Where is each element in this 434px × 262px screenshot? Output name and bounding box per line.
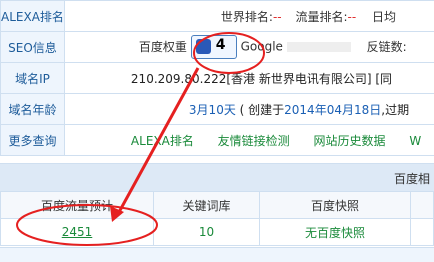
section-title: 百度相 [394, 170, 430, 187]
backlinks-label: 反链数: [367, 40, 407, 54]
baidu-weight-value: 4 [216, 37, 226, 53]
baidu-paw-icon [196, 39, 211, 54]
snapshot-value[interactable]: 无百度快照 [305, 226, 365, 240]
created-date: 2014年04月18日 [284, 103, 381, 117]
alexa-value: 世界排名:-- 流量排名:-- 日均 [64, 1, 434, 32]
world-rank-value: -- [273, 10, 282, 24]
seo-label: SEO信息 [1, 32, 65, 63]
traffic-rank-value: -- [348, 10, 357, 24]
more-label: 更多查询 [1, 125, 65, 156]
ip-value-cell: 210.209.80.222[香港 新世界电讯有限公司] [同 [64, 63, 434, 94]
value-keywords-cell: 10 [154, 219, 260, 246]
seo-row: SEO信息 百度权重 4 Google 反链数: [1, 32, 434, 63]
header-snapshot: 百度快照 [260, 192, 411, 219]
daily-label: 日均 [372, 10, 396, 24]
header-keywords: 关键词库 [154, 192, 260, 219]
traffic-rank-label: 流量排名: [295, 10, 347, 24]
site-info-table: ALEXA排名 世界排名:-- 流量排名:-- 日均 SEO信息 百度权重 4 … [0, 0, 434, 156]
link-history[interactable]: 网站历史数据 [314, 134, 386, 148]
section-header: 百度相 [0, 163, 434, 193]
google-pr-bar [287, 42, 351, 52]
more-row: 更多查询 ALEXA排名 友情链接检测 网站历史数据 W [1, 125, 434, 156]
link-friend-check[interactable]: 友情链接检测 [218, 134, 290, 148]
ip-value: 210.209.80.222[香港 新世界电讯有限公司] [131, 72, 372, 86]
link-alexa[interactable]: ALEXA排名 [131, 134, 194, 148]
baidu-weight-label: 百度权重 [139, 40, 187, 54]
link-w[interactable]: W [409, 134, 421, 148]
stats-header-row: 百度流量预计 关键词库 百度快照 [1, 192, 434, 219]
ip-extra: [同 [375, 72, 392, 86]
keywords-value[interactable]: 10 [199, 225, 214, 239]
ip-label: 域名IP [1, 63, 65, 94]
world-rank-label: 世界排名: [221, 10, 273, 24]
header-traffic: 百度流量预计 [1, 192, 154, 219]
baidu-weight-badge[interactable]: 4 [191, 35, 237, 59]
traffic-value[interactable]: 2451 [62, 225, 93, 239]
expire-prefix: ,过期 [381, 103, 409, 117]
alexa-label: ALEXA排名 [1, 1, 65, 32]
age-label: 域名年龄 [1, 94, 65, 125]
google-label: Google [241, 40, 283, 54]
value-extra-cell [411, 219, 434, 246]
baidu-stats-table: 百度流量预计 关键词库 百度快照 2451 10 无百度快照 [0, 191, 434, 246]
seo-value: 百度权重 4 Google 反链数: [64, 32, 434, 63]
footer-bar [0, 247, 434, 262]
age-value-cell: 3月10天 ( 创建于2014年04月18日,过期 [64, 94, 434, 125]
more-links: ALEXA排名 友情链接检测 网站历史数据 W [64, 125, 434, 156]
age-months: 3月10天 [189, 103, 236, 117]
value-traffic-cell: 2451 [1, 219, 154, 246]
alexa-row: ALEXA排名 世界排名:-- 流量排名:-- 日均 [1, 1, 434, 32]
created-prefix: ( 创建于 [240, 103, 285, 117]
value-snapshot-cell: 无百度快照 [260, 219, 411, 246]
header-extra [411, 192, 434, 219]
age-row: 域名年龄 3月10天 ( 创建于2014年04月18日,过期 [1, 94, 434, 125]
stats-value-row: 2451 10 无百度快照 [1, 219, 434, 246]
ip-row: 域名IP 210.209.80.222[香港 新世界电讯有限公司] [同 [1, 63, 434, 94]
